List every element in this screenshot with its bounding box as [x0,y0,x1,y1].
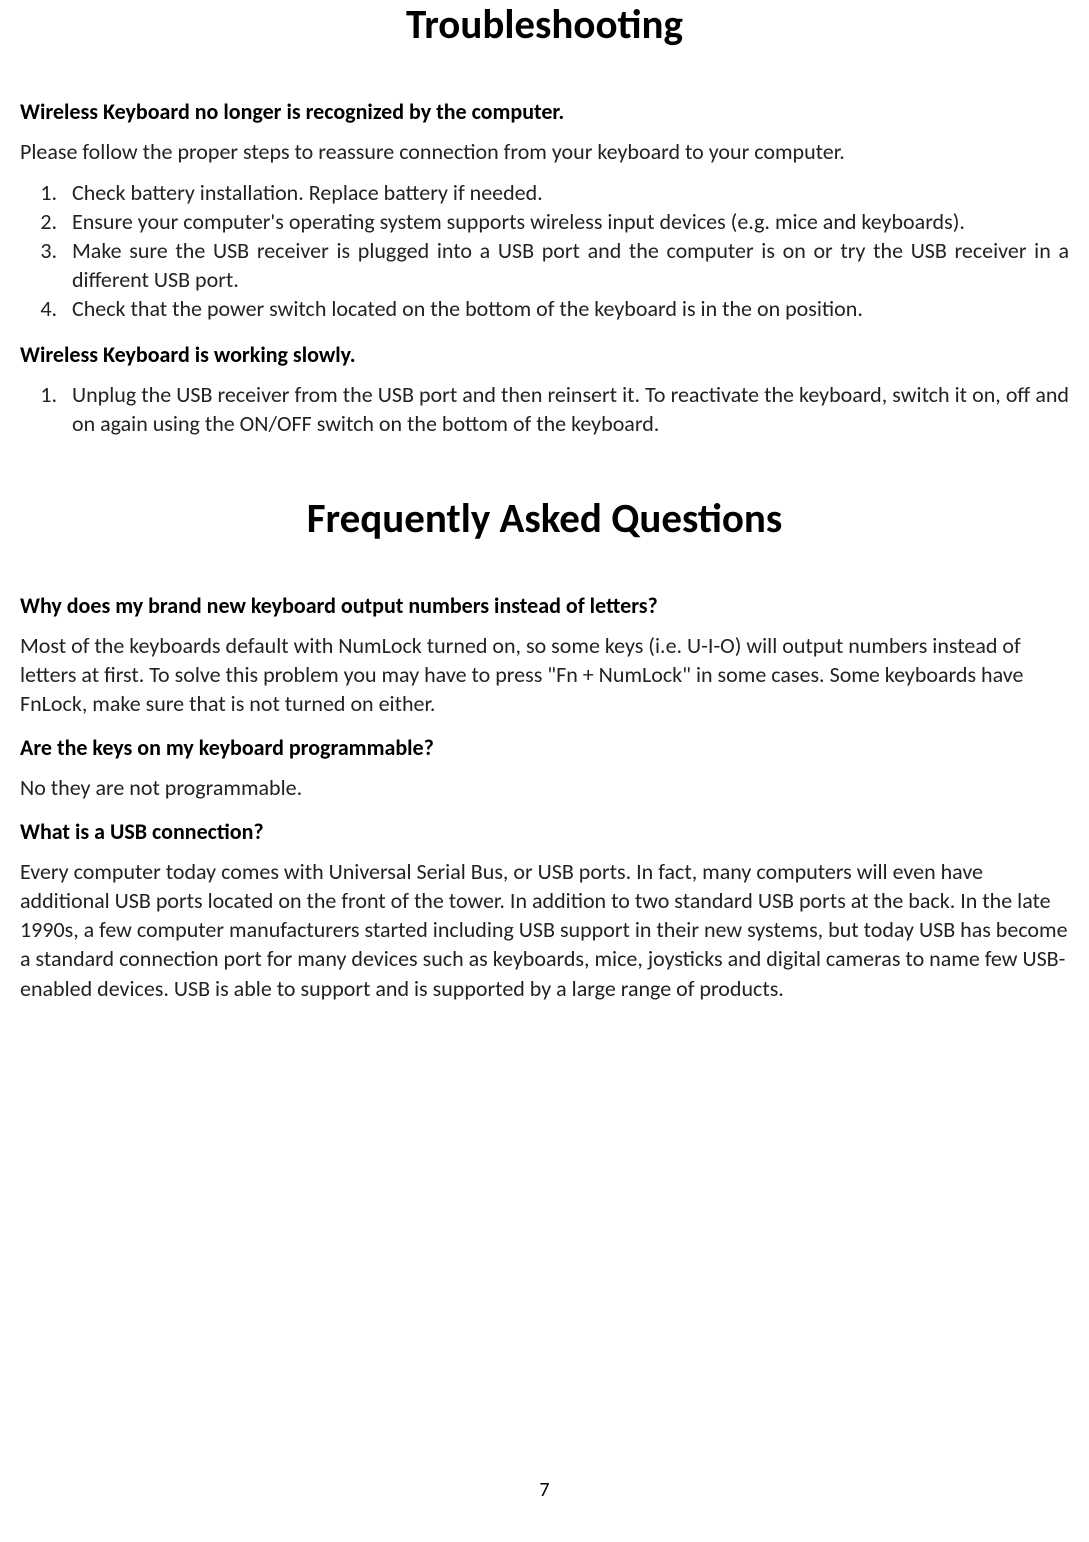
ts-step: Make sure the USB receiver is plugged in… [62,236,1069,294]
faq-q3-question: What is a USB connection? [20,818,1069,845]
faq-q2-question: Are the keys on my keyboard programmable… [20,734,1069,761]
faq-title: Frequently Asked Questions [20,494,1069,544]
ts-section1-steps: Check battery installation. Replace batt… [20,178,1069,323]
ts-section2-heading: Wireless Keyboard is working slowly. [20,341,1069,368]
ts-step: Ensure your computer's operating system … [62,207,1069,236]
ts-section1-heading: Wireless Keyboard no longer is recognize… [20,98,1069,125]
ts-section2-steps: Unplug the USB receiver from the USB por… [20,380,1069,438]
ts-step: Check that the power switch located on t… [62,294,1069,323]
ts-step: Unplug the USB receiver from the USB por… [62,380,1069,438]
faq-q1-question: Why does my brand new keyboard output nu… [20,592,1069,619]
ts-step: Check battery installation. Replace batt… [62,178,1069,207]
page-number: 7 [0,1478,1089,1502]
ts-section1-intro: Please follow the proper steps to reassu… [20,137,1069,166]
faq-q3-answer: Every computer today comes with Universa… [20,857,1069,1002]
faq-q2-answer: No they are not programmable. [20,773,1069,802]
faq-q1-answer: Most of the keyboards default with NumLo… [20,631,1069,718]
troubleshooting-title: Troubleshooting [20,0,1069,50]
